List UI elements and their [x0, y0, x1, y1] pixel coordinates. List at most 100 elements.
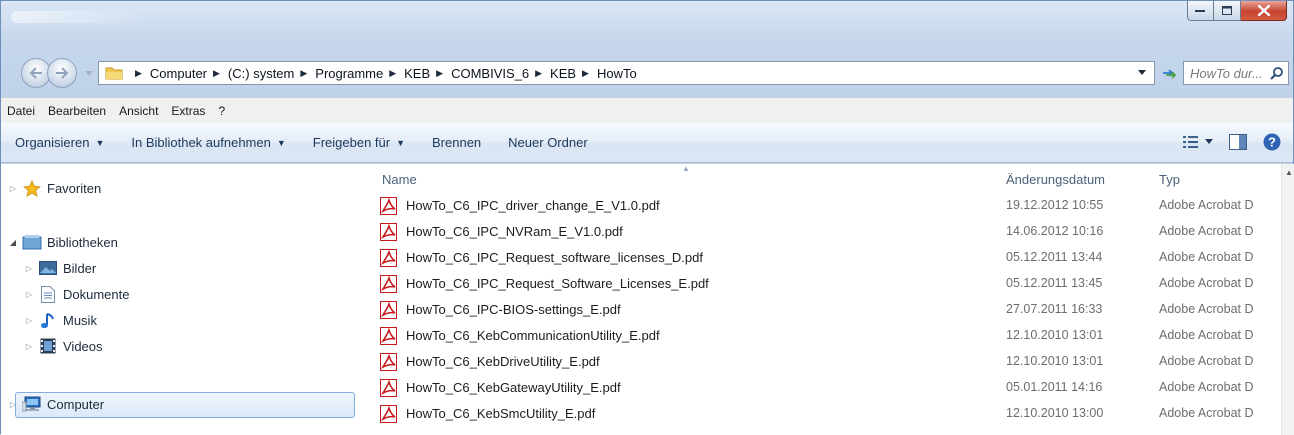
breadcrumb-programme[interactable]: Programme ▶: [315, 66, 404, 81]
organize-button[interactable]: Organisieren ▼: [15, 135, 104, 150]
pdf-file-icon: [380, 353, 397, 371]
file-name: HowTo_C6_IPC_Request_Software_Licenses_E…: [406, 276, 709, 291]
help-button[interactable]: ?: [1263, 133, 1281, 151]
close-button[interactable]: [1241, 1, 1287, 21]
window-controls: [1187, 1, 1287, 21]
file-type: Adobe Acrobat D: [1159, 302, 1254, 316]
change-view-button[interactable]: [1183, 135, 1213, 149]
nav-library-documents[interactable]: ▷ Dokumente: [1, 282, 366, 306]
expand-icon[interactable]: ▷: [21, 264, 37, 273]
share-with-button[interactable]: Freigeben für ▼: [313, 135, 405, 150]
search-icon[interactable]: [1270, 66, 1284, 80]
file-row[interactable]: HowTo_C6_KebCommunicationUtility_E.pdf 1…: [366, 324, 1281, 348]
breadcrumb-keb-sub[interactable]: KEB ▶: [550, 66, 597, 81]
column-header-date[interactable]: Änderungsdatum: [1006, 172, 1105, 187]
pdf-file-icon: [380, 405, 397, 423]
file-date: 12.10.2010 13:01: [1006, 354, 1104, 368]
file-date: 19.12.2012 10:55: [1006, 198, 1104, 212]
file-date: 12.10.2010 13:00: [1006, 406, 1104, 420]
expand-icon[interactable]: ▷: [5, 400, 21, 409]
expand-icon[interactable]: ▷: [21, 290, 37, 299]
file-row[interactable]: HowTo_C6_KebSmcUtility_E.pdf 12.10.2010 …: [366, 402, 1281, 426]
pictures-icon: [37, 259, 59, 277]
title-bar[interactable]: [1, 1, 1293, 47]
breadcrumb-howto[interactable]: HowTo: [597, 66, 637, 81]
file-row[interactable]: HowTo_C6_KebDriveUtility_E.pdf 12.10.201…: [366, 350, 1281, 374]
menu-file[interactable]: Datei: [7, 104, 35, 118]
file-type: Adobe Acrobat D: [1159, 380, 1254, 394]
file-date: 12.10.2010 13:01: [1006, 328, 1104, 342]
nav-library-music[interactable]: ▷ Musik: [1, 308, 366, 332]
nav-favorites[interactable]: ▷ Favoriten: [1, 176, 366, 200]
pdf-file-icon: [380, 275, 397, 293]
breadcrumb-system-drive[interactable]: (C:) system ▶: [228, 66, 315, 81]
breadcrumb-computer[interactable]: Computer ▶: [150, 66, 228, 81]
new-folder-button[interactable]: Neuer Ordner: [508, 135, 587, 150]
file-name: HowTo_C6_IPC_NVRam_E_V1.0.pdf: [406, 224, 623, 239]
file-date: 05.01.2011 14:16: [1006, 380, 1103, 394]
documents-icon: [37, 285, 59, 303]
file-row[interactable]: HowTo_C6_IPC-BIOS-settings_E.pdf 27.07.2…: [366, 298, 1281, 322]
search-input[interactable]: [1190, 65, 1270, 81]
menu-view[interactable]: Ansicht: [119, 104, 158, 118]
menu-edit[interactable]: Bearbeiten: [48, 104, 106, 118]
menu-bar: Datei Bearbeiten Ansicht Extras ?: [1, 97, 1293, 123]
pdf-file-icon: [380, 197, 397, 215]
vertical-scrollbar[interactable]: ▲: [1281, 164, 1294, 435]
view-controls: ?: [1167, 133, 1281, 151]
menu-tools[interactable]: Extras: [171, 104, 205, 118]
file-row[interactable]: HowTo_C6_IPC_NVRam_E_V1.0.pdf 14.06.2012…: [366, 220, 1281, 244]
file-name: HowTo_C6_KebCommunicationUtility_E.pdf: [406, 328, 660, 343]
breadcrumb-combivis[interactable]: COMBIVIS_6 ▶: [451, 66, 550, 81]
command-bar: Organisieren ▼ In Bibliothek aufnehmen ▼ F…: [1, 123, 1293, 163]
file-type: Adobe Acrobat D: [1159, 328, 1254, 342]
nav-library-videos[interactable]: ▷ Videos: [1, 334, 366, 358]
address-bar[interactable]: ▶ Computer ▶ (C:) system ▶ Programme ▶ KEB ▶…: [98, 61, 1155, 85]
maximize-button[interactable]: [1214, 1, 1241, 21]
help-icon: ?: [1263, 133, 1281, 151]
chevron-down-icon: [1138, 70, 1146, 75]
menu-help[interactable]: ?: [218, 104, 225, 118]
nav-computer[interactable]: ▷ Computer: [1, 392, 366, 418]
include-in-library-button[interactable]: In Bibliothek aufnehmen ▼: [131, 135, 285, 150]
file-row[interactable]: HowTo_C6_IPC_driver_change_E_V1.0.pdf 19…: [366, 194, 1281, 218]
chevron-down-icon: ▼: [95, 137, 105, 148]
file-type: Adobe Acrobat D: [1159, 276, 1254, 290]
file-type: Adobe Acrobat D: [1159, 354, 1254, 368]
address-history-button[interactable]: [1130, 62, 1154, 84]
content-area: ▷ Favoriten ◢ Bibliotheken ▷ Bilder ▷ Do…: [1, 164, 1294, 435]
scroll-up-icon[interactable]: ▲: [1285, 168, 1293, 177]
preview-pane-button[interactable]: [1229, 134, 1247, 150]
nav-libraries[interactable]: ◢ Bibliotheken: [1, 230, 366, 254]
expand-icon[interactable]: ▷: [21, 342, 37, 351]
computer-icon: [21, 395, 43, 413]
file-row[interactable]: HowTo_C6_IPC_Request_software_licenses_D…: [366, 246, 1281, 270]
forward-arrow-icon: [56, 67, 69, 79]
file-row[interactable]: HowTo_C6_IPC_Request_Software_Licenses_E…: [366, 272, 1281, 296]
forward-button[interactable]: [47, 58, 77, 88]
star-icon: [21, 179, 43, 197]
minimize-button[interactable]: [1187, 1, 1214, 21]
column-header-type[interactable]: Typ: [1159, 172, 1180, 187]
chevron-down-icon: [1205, 139, 1213, 144]
collapse-icon[interactable]: ◢: [5, 238, 21, 247]
breadcrumb-keb[interactable]: KEB ▶: [404, 66, 451, 81]
preview-pane-icon: [1229, 134, 1247, 150]
file-date: 05.12.2011 13:44: [1006, 250, 1103, 264]
file-type: Adobe Acrobat D: [1159, 250, 1254, 264]
music-icon: [37, 311, 59, 329]
file-row[interactable]: HowTo_C6_KebGatewayUtility_E.pdf 05.01.2…: [366, 376, 1281, 400]
file-type: Adobe Acrobat D: [1159, 224, 1254, 238]
navigation-bar: ▶ Computer ▶ (C:) system ▶ Programme ▶ KEB ▶…: [1, 57, 1293, 91]
expand-icon[interactable]: ▷: [5, 184, 21, 193]
refresh-button[interactable]: [1158, 61, 1180, 85]
burn-button[interactable]: Brennen: [432, 135, 481, 150]
column-header-name[interactable]: Name: [382, 172, 417, 187]
expand-icon[interactable]: ▷: [21, 316, 37, 325]
breadcrumb-root-arrow[interactable]: ▶: [129, 68, 150, 79]
recent-pages-icon[interactable]: [85, 69, 93, 77]
file-name: HowTo_C6_KebDriveUtility_E.pdf: [406, 354, 600, 369]
nav-library-pictures[interactable]: ▷ Bilder: [1, 256, 366, 280]
minimize-icon: [1195, 9, 1205, 12]
search-box[interactable]: [1183, 61, 1289, 85]
